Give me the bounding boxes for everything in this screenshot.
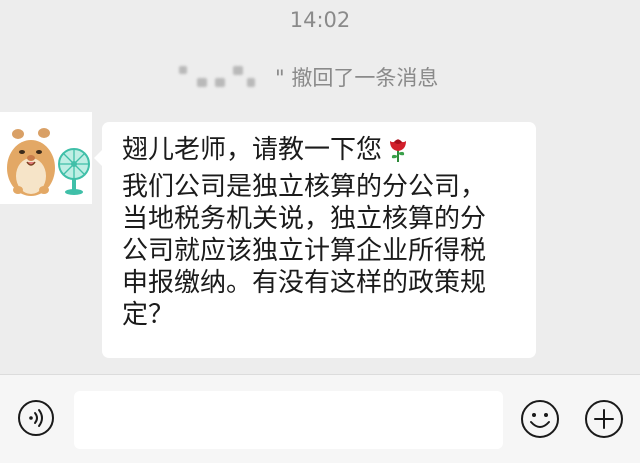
recall-notice-text: " 撤回了一条消息 — [275, 66, 439, 90]
message-input[interactable] — [74, 391, 503, 449]
voice-input-button[interactable] — [17, 399, 55, 437]
message-bubble[interactable]: 翅儿老师，请教一下您 我们公司是独立核算的分公司， 当地税务机关说，独立核算的分… — [94, 122, 536, 358]
more-functions-button[interactable] — [584, 399, 624, 439]
message-line: 我们公司是独立核算的分公司， — [122, 172, 487, 202]
voice-icon — [18, 400, 54, 436]
message-line: 公司就应该独立计算企业所得税 — [122, 236, 487, 266]
message-line: 翅儿老师，请教一下您 — [122, 134, 526, 171]
hamster-with-fan-avatar-icon — [0, 112, 92, 204]
recall-notice: " 撤回了一条消息 — [175, 62, 438, 92]
plus-icon — [585, 400, 623, 438]
message-line: 定？ — [122, 300, 175, 330]
message-line: 申报缴纳。有没有这样的政策规 — [122, 268, 487, 298]
message-line: 当地税务机关说，独立核算的分 — [122, 204, 487, 234]
emoji-button[interactable] — [520, 399, 560, 439]
sender-avatar[interactable] — [0, 112, 92, 204]
rose-icon — [386, 135, 410, 171]
chat-input-bar — [0, 374, 640, 463]
blurred-sender-name — [175, 64, 267, 90]
message-line-text: 翅儿老师，请教一下您 — [122, 135, 383, 165]
emoji-icon — [521, 400, 559, 438]
message-timestamp: 14:02 — [289, 8, 351, 32]
